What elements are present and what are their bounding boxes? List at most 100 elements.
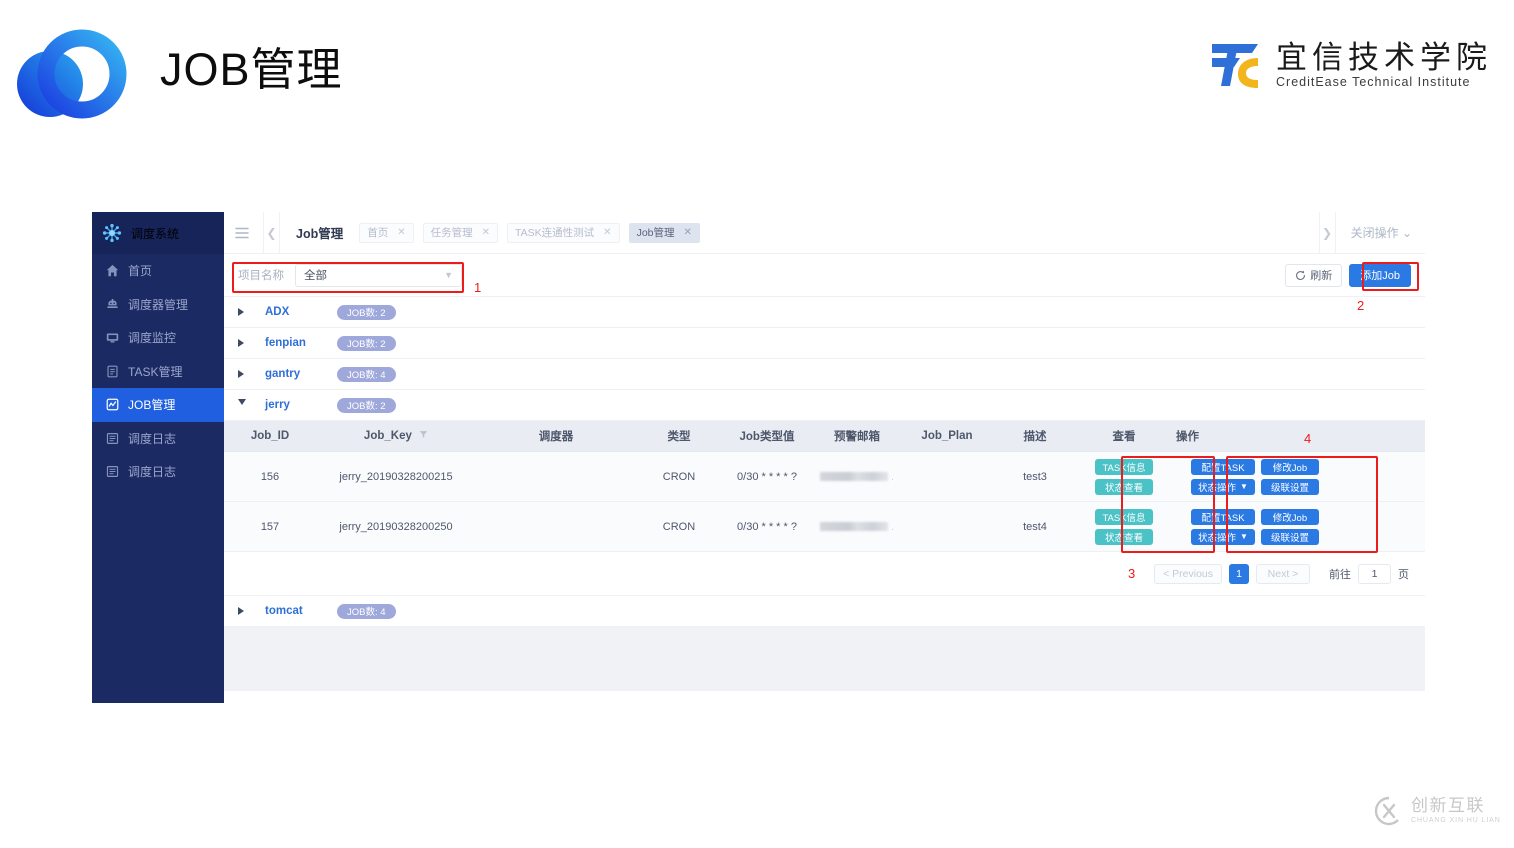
status-view-button[interactable]: 状态查看 [1095,478,1153,495]
job-count-badge: JOB数: 4 [337,366,396,382]
goto-page-input[interactable] [1358,563,1391,584]
status-view-button[interactable]: 状态查看 [1095,528,1153,545]
cell-operations: 配置TASK 修改Job 状态操作 ▼ 级联设置 [1170,508,1340,545]
sidebar-item-schedule-log-1[interactable]: 调度日志 [92,422,224,456]
project-group-row[interactable]: fenpian JOB数: 2 [224,328,1425,359]
col-header-type[interactable]: 类型 [636,428,722,444]
sidebar-item-schedule-log-2[interactable]: 调度日志 [92,455,224,489]
cascade-settings-button[interactable]: 级联设置 [1260,478,1319,495]
cell-type: CRON [662,470,696,483]
close-icon[interactable]: ✕ [397,227,405,238]
job-table: Job_ID Job_Key 调度器 类型 Job类型值 预警邮箱 Job_Pl… [224,421,1425,596]
project-group-row[interactable]: tomcat JOB数: 4 [224,596,1425,627]
chevron-left-icon: ❮ [266,225,277,240]
annotation-number-2: 2 [1357,298,1365,313]
content-area: ADX JOB数: 2 fenpian JOB数: 2 gantry JOB数:… [224,297,1425,703]
close-icon[interactable]: ✕ [482,227,490,238]
status-ops-button[interactable]: 状态操作 ▼ [1191,528,1255,545]
col-header-job-plan[interactable]: Job_Plan [902,430,992,442]
project-group-name: jerry [265,399,290,411]
col-header-type-value[interactable]: Job类型值 [722,428,812,444]
cell-description: test4 [1023,520,1047,533]
cell-job-key: jerry_20190328200250 [339,520,453,533]
job-count-badge: JOB数: 2 [337,335,396,351]
next-page-button[interactable]: Next > [1256,563,1310,584]
add-job-button[interactable]: 添加Job [1349,263,1411,287]
cell-description: test3 [1023,470,1047,483]
project-group-name: ADX [265,306,290,318]
page-header: JOB管理 宜信技术学院 CreditEase Technical Instit… [0,0,1514,145]
sidebar-item-label: 首页 [128,264,153,279]
cell-alert-mail: . [812,471,902,483]
cell-type: CRON [662,520,696,533]
log-list-icon [106,432,119,444]
close-operations-menu[interactable]: 关闭操作 ⌄ [1351,224,1412,241]
annotation-number-3: 3 [1128,566,1136,581]
refresh-button[interactable]: 刷新 [1285,263,1343,287]
sidebar-item-scheduler-manage[interactable]: 调度器管理 [92,288,224,322]
ellipsis-icon: . [891,521,894,533]
col-header-description[interactable]: 描述 [992,428,1078,444]
hamburger-icon[interactable] [235,227,249,239]
col-header-scheduler[interactable]: 调度器 [476,428,636,444]
project-name-select[interactable]: 全部 ▼ [295,263,462,287]
config-task-button[interactable]: 配置TASK [1191,458,1255,475]
chevron-right-icon: ❯ [1322,225,1333,240]
sidebar-item-task-manage[interactable]: TASK管理 [92,355,224,389]
col-header-alert-mail[interactable]: 预警邮箱 [812,428,902,444]
sidebar-item-scheduler-monitor[interactable]: 调度监控 [92,321,224,355]
config-task-button[interactable]: 配置TASK [1191,508,1255,525]
col-header-view[interactable]: 查看 [1078,428,1170,444]
sidebar-item-label: 调度器管理 [128,297,189,312]
sidebar-item-home[interactable]: 首页 [92,254,224,288]
sidebar-item-job-manage[interactable]: JOB管理 [92,388,224,422]
status-ops-button[interactable]: 状态操作 ▼ [1191,478,1255,495]
pagination: < Previous 1 Next > 前往 页 [224,552,1425,596]
cell-alert-mail: . [812,521,902,533]
project-group-row[interactable]: gantry JOB数: 4 [224,359,1425,390]
tab-home[interactable]: 首页 ✕ [359,222,414,243]
log-list-icon [106,466,119,478]
page-number-1[interactable]: 1 [1229,563,1249,584]
job-count-badge: JOB数: 4 [337,603,396,619]
tabs-scroll-right-button[interactable]: ❯ [1318,211,1336,254]
sidebar-item-label: 调度日志 [128,465,177,480]
watermark-cn: 创新互联 [1411,796,1485,816]
previous-page-button[interactable]: < Previous [1154,563,1222,584]
watermark-text: 创新互联 CHUANG XIN HU LIAN [1411,796,1501,825]
ellipsis-icon: . [891,471,894,483]
sidebar-item-label: 调度监控 [128,331,177,346]
col-header-job-key[interactable]: Job_Key [316,430,476,442]
cell-view-actions: TASK信息 状态查看 [1078,508,1170,545]
edit-job-button[interactable]: 修改Job [1260,458,1319,475]
task-info-button[interactable]: TASK信息 [1095,508,1153,525]
project-group-row[interactable]: jerry JOB数: 2 [224,390,1425,421]
sidebar-brand-label: 调度系统 [131,226,180,241]
col-header-actions[interactable]: 操作 [1170,428,1340,444]
close-icon[interactable]: ✕ [603,227,611,238]
org-logo-text: 宜信技术学院 CreditEase Technical Institute [1276,40,1492,91]
edit-job-button[interactable]: 修改Job [1260,508,1319,525]
sidebar-brand[interactable]: 调度系统 [92,212,224,254]
tab-job-manage[interactable]: Job管理 ✕ [628,222,700,243]
tab-task-manage[interactable]: 任务管理 ✕ [422,222,499,243]
funnel-icon[interactable] [419,430,428,439]
cascade-settings-button[interactable]: 级联设置 [1260,528,1319,545]
chevron-down-icon: ⌄ [1401,226,1412,240]
task-info-button[interactable]: TASK信息 [1095,458,1153,475]
tab-task-connectivity-test[interactable]: TASK连通性测试 ✕ [507,222,620,243]
redacted-email [820,522,889,532]
topbar: ❮ Job管理 首页 ✕ 任务管理 ✕ TASK连通性测试 ✕ Job管理 ✕ … [224,211,1425,254]
tab-label: 首页 [367,227,389,239]
table-row[interactable]: 156 jerry_20190328200215 CRON 0/30 * * *… [224,452,1425,502]
project-group-row[interactable]: ADX JOB数: 2 [224,297,1425,328]
table-header-row: Job_ID Job_Key 调度器 类型 Job类型值 预警邮箱 Job_Pl… [224,421,1425,452]
col-header-job-id[interactable]: Job_ID [224,430,316,442]
table-row[interactable]: 157 jerry_20190328200250 CRON 0/30 * * *… [224,502,1425,552]
project-name-value: 全部 [304,270,327,282]
tabs-scroll-left-button[interactable]: ❮ [263,211,280,254]
close-icon[interactable]: ✕ [684,227,692,238]
home-icon [106,265,119,277]
chevron-down-icon: ▼ [444,270,453,280]
breadcrumb: Job管理 [296,227,344,241]
